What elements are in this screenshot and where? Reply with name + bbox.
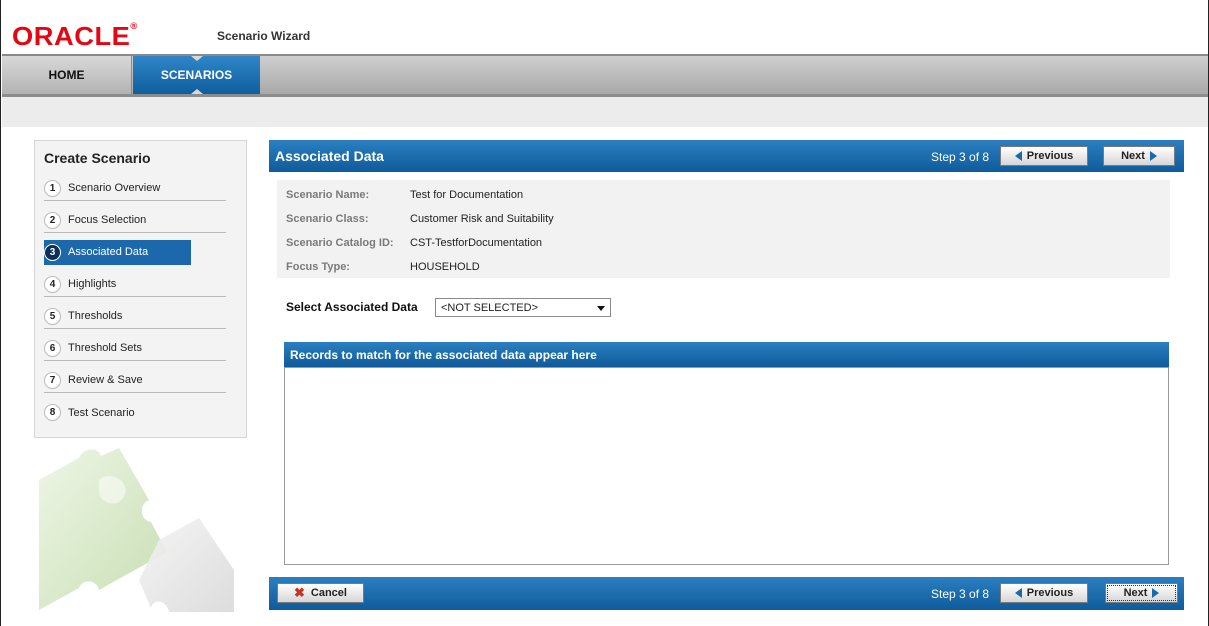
header: ORACLE® Scenario Wizard [2,0,1208,54]
active-tab-caret-top [191,56,203,61]
records-panel-body [284,367,1169,565]
step-indicator: Step 3 of 8 [931,150,990,164]
step-item-focus-selection[interactable]: 2 Focus Selection [44,208,226,233]
chevron-down-icon [597,306,605,311]
detail-value: Customer Risk and Suitability [410,213,554,225]
previous-button[interactable]: Previous [1000,583,1088,603]
step-label: Scenario Overview [68,182,161,194]
step-number: 3 [44,243,61,261]
step-item-highlights[interactable]: 4 Highlights [44,272,226,297]
step-item-test-scenario[interactable]: 8 Test Scenario [44,400,226,425]
registered-mark: ® [130,21,138,31]
step-indicator: Step 3 of 8 [931,587,990,601]
app-title: Scenario Wizard [217,29,311,43]
puzzle-decoration-icon [39,448,234,612]
app-window: ORACLE® Scenario Wizard HOME SCENARIOS C… [0,0,1209,626]
associated-data-select[interactable]: <NOT SELECTED> [435,298,611,317]
detail-value: Test for Documentation [410,189,524,201]
cancel-button-label: Cancel [310,587,347,599]
step-label: Thresholds [68,310,123,322]
oracle-logo: ORACLE® [12,21,138,52]
main-header-bar: Associated Data Step 3 of 8 Previous Nex… [269,140,1184,172]
arrow-right-icon [1149,151,1157,161]
step-number: 4 [44,275,61,293]
step-item-threshold-sets[interactable]: 6 Threshold Sets [44,336,226,361]
step-label: Highlights [68,278,117,290]
logo-text: ORACLE [12,21,131,51]
nav-bar: HOME SCENARIOS [2,54,1208,97]
arrow-right-icon [1152,588,1160,598]
tab-home[interactable]: HOME [2,56,132,94]
step-item-scenario-overview[interactable]: 1 Scenario Overview [44,176,226,201]
arrow-left-icon [1014,151,1022,161]
tab-scenarios-label: SCENARIOS [160,68,233,82]
records-panel-header: Records to match for the associated data… [284,342,1169,367]
previous-button-label: Previous [1026,150,1074,162]
detail-row-class: Scenario Class: Customer Risk and Suitab… [286,211,554,227]
cancel-button[interactable]: ✖ Cancel [277,583,364,603]
tab-scenarios[interactable]: SCENARIOS [133,56,260,94]
previous-button-label: Previous [1026,587,1074,599]
select-associated-data-label: Select Associated Data [286,300,418,314]
next-button-label: Next [1121,150,1145,162]
detail-row-name: Scenario Name: Test for Documentation [286,187,523,203]
close-icon: ✖ [294,585,305,600]
step-number: 6 [44,339,61,357]
step-item-thresholds[interactable]: 5 Thresholds [44,304,226,329]
select-value: <NOT SELECTED> [441,301,538,314]
step-label: Threshold Sets [68,342,142,354]
next-button[interactable]: Next [1105,583,1178,603]
detail-label: Scenario Class: [286,213,369,225]
step-number: 8 [44,404,61,421]
gray-strip [2,97,1208,127]
detail-row-catalog-id: Scenario Catalog ID: CST-TestforDocument… [286,235,542,251]
bottom-action-bar: ✖ Cancel Step 3 of 8 Previous Next [269,577,1184,610]
previous-button[interactable]: Previous [1000,146,1088,166]
step-label: Review & Save [68,374,143,386]
detail-label: Scenario Catalog ID: [286,237,394,249]
detail-row-focus-type: Focus Type: HOUSEHOLD [286,259,480,275]
scenario-details: Scenario Name: Test for Documentation Sc… [277,180,1170,278]
detail-label: Scenario Name: [286,189,370,201]
step-number: 5 [44,307,61,325]
active-tab-caret-bottom [191,89,203,94]
detail-value: HOUSEHOLD [410,261,480,273]
arrow-left-icon [1014,588,1022,598]
step-number: 1 [44,179,61,197]
step-item-associated-data[interactable]: 3 Associated Data [44,240,191,265]
step-number: 7 [44,371,61,389]
step-number: 2 [44,211,61,229]
page-title: Associated Data [275,148,384,164]
step-item-review-save[interactable]: 7 Review & Save [44,368,226,393]
next-button-label: Next [1123,587,1148,599]
next-button[interactable]: Next [1103,146,1175,166]
panel-title: Create Scenario [44,150,151,166]
wizard-steps-panel: Create Scenario 1 Scenario Overview 2 Fo… [34,140,247,438]
detail-label: Focus Type: [286,261,350,273]
step-label: Focus Selection [68,214,147,226]
records-panel-title: Records to match for the associated data… [290,348,597,362]
step-label: Test Scenario [68,406,135,419]
detail-value: CST-TestforDocumentation [410,237,543,249]
step-label: Associated Data [68,246,149,258]
